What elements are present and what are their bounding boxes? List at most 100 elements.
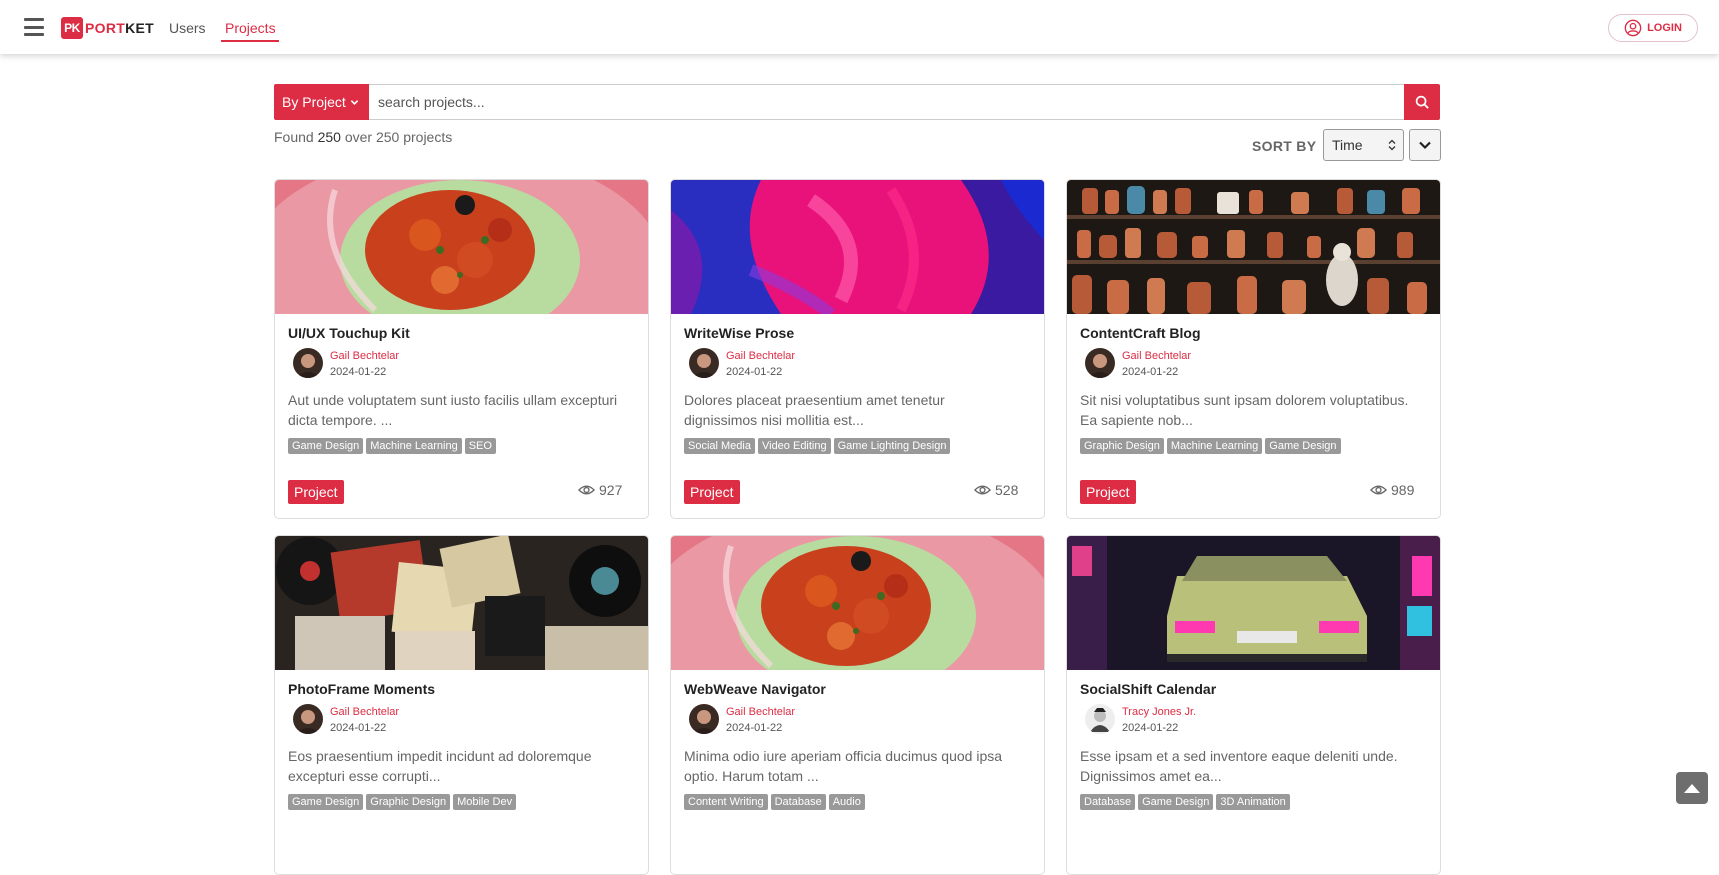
nav-link-users[interactable]: Users	[169, 20, 206, 36]
project-card[interactable]: UI/UX Touchup Kit Gail Bechtelar 2024-01…	[274, 179, 649, 519]
scroll-to-top-button[interactable]	[1676, 772, 1708, 804]
tag[interactable]: 3D Animation	[1216, 794, 1290, 810]
search-icon	[1415, 95, 1429, 109]
nav-link-projects[interactable]: Projects	[225, 20, 276, 36]
tag[interactable]: Audio	[828, 794, 865, 810]
user-circle-icon	[1624, 19, 1642, 37]
search-input[interactable]	[369, 84, 1404, 120]
tag[interactable]: Content Writing	[684, 794, 768, 810]
arrow-up-icon	[1684, 784, 1700, 793]
tag[interactable]: Database	[770, 794, 826, 810]
project-date: 2024-01-22	[330, 366, 387, 378]
tag[interactable]: Social Media	[684, 438, 755, 454]
view-count: 528	[974, 482, 1018, 498]
project-card[interactable]: WebWeave Navigator Gail Bechtelar 2024-0…	[670, 535, 1045, 875]
chevron-down-icon	[350, 99, 359, 105]
project-date: 2024-01-22	[1122, 722, 1179, 734]
sort-select[interactable]: Time	[1323, 129, 1404, 161]
chevron-updown-icon	[1388, 139, 1396, 151]
project-description: Aut unde voluptatem sunt iusto facilis u…	[288, 392, 618, 428]
logo-mark: PK	[61, 17, 83, 39]
project-thumbnail[interactable]	[671, 180, 1044, 314]
tag[interactable]: Graphic Design	[366, 794, 451, 810]
eye-icon	[974, 485, 991, 495]
sort-by-label: SORT BY	[1252, 138, 1317, 154]
sort-selected-value: Time	[1332, 137, 1363, 153]
tag[interactable]: Game Lighting Design	[833, 438, 951, 454]
author-name[interactable]: Gail Bechtelar	[330, 706, 399, 718]
view-count-value: 927	[599, 482, 623, 498]
tag-list: Database Game Design 3D Animation	[1080, 794, 1290, 810]
project-title[interactable]: WriteWise Prose	[684, 325, 794, 341]
author-avatar[interactable]	[293, 348, 323, 378]
author-avatar[interactable]	[1085, 348, 1115, 378]
project-thumbnail[interactable]	[671, 536, 1044, 670]
results-count: Found 250 over 250 projects	[274, 129, 453, 145]
project-thumbnail[interactable]	[275, 180, 648, 314]
project-card[interactable]: ContentCraft Blog Gail Bechtelar 2024-01…	[1066, 179, 1441, 519]
author-avatar[interactable]	[689, 704, 719, 734]
tag-list: Social Media Video Editing Game Lighting…	[684, 438, 951, 454]
type-badge: Project	[1080, 480, 1136, 504]
hamburger-menu-icon[interactable]	[24, 18, 44, 36]
search-mode-label: By Project	[282, 94, 346, 110]
tag[interactable]: Mobile Dev	[453, 794, 517, 810]
author-name[interactable]: Gail Bechtelar	[1122, 350, 1191, 362]
tag-list: Game Design Graphic Design Mobile Dev	[288, 794, 517, 810]
project-description: Esse ipsam et a sed inventore eaque dele…	[1080, 748, 1398, 784]
search-bar: By Project	[274, 84, 1440, 120]
project-thumbnail[interactable]	[1067, 180, 1440, 314]
search-mode-select[interactable]: By Project	[274, 84, 369, 120]
tag[interactable]: Game Design	[1138, 794, 1214, 810]
tag[interactable]: Game Design	[1265, 438, 1341, 454]
tag-list: Graphic Design Machine Learning Game Des…	[1080, 438, 1341, 454]
tag-list: Game Design Machine Learning SEO	[288, 438, 496, 454]
tag[interactable]: Game Design	[288, 794, 364, 810]
project-description: Minima odio iure aperiam officia ducimus…	[684, 748, 1003, 784]
login-button[interactable]: LOGIN	[1608, 14, 1698, 42]
project-title[interactable]: SocialShift Calendar	[1080, 681, 1216, 697]
chevron-down-icon	[1419, 141, 1431, 150]
logo[interactable]: PK PORTKET	[61, 17, 154, 39]
project-title[interactable]: UI/UX Touchup Kit	[288, 325, 410, 341]
project-card[interactable]: PhotoFrame Moments Gail Bechtelar 2024-0…	[274, 535, 649, 875]
type-badge: Project	[288, 480, 344, 504]
author-name[interactable]: Gail Bechtelar	[726, 350, 795, 362]
author-avatar[interactable]	[689, 348, 719, 378]
tag[interactable]: Game Design	[288, 438, 364, 454]
project-card[interactable]: WriteWise Prose Gail Bechtelar 2024-01-2…	[670, 179, 1045, 519]
author-name[interactable]: Gail Bechtelar	[726, 706, 795, 718]
tag[interactable]: Machine Learning	[366, 438, 462, 454]
search-button[interactable]	[1404, 84, 1440, 120]
top-navbar: PK PORTKET Users Projects LOGIN	[0, 0, 1719, 54]
active-tab-indicator	[221, 40, 279, 42]
tag[interactable]: SEO	[464, 438, 496, 454]
project-title[interactable]: PhotoFrame Moments	[288, 681, 435, 697]
project-thumbnail[interactable]	[1067, 536, 1440, 670]
author-avatar[interactable]	[1085, 704, 1115, 734]
project-card[interactable]: SocialShift Calendar Tracy Jones Jr. 202…	[1066, 535, 1441, 875]
login-label: LOGIN	[1647, 22, 1682, 34]
eye-icon	[578, 485, 595, 495]
project-title[interactable]: ContentCraft Blog	[1080, 325, 1201, 341]
project-date: 2024-01-22	[330, 722, 387, 734]
author-avatar[interactable]	[293, 704, 323, 734]
project-date: 2024-01-22	[726, 722, 783, 734]
view-count-value: 528	[995, 482, 1019, 498]
project-description: Sit nisi voluptatibus sunt ipsam dolorem…	[1080, 392, 1409, 428]
project-title[interactable]: WebWeave Navigator	[684, 681, 826, 697]
type-badge: Project	[684, 480, 740, 504]
logo-text: PORTKET	[85, 20, 154, 36]
tag[interactable]: Machine Learning	[1166, 438, 1263, 454]
results-number: 250	[317, 129, 341, 145]
author-name[interactable]: Gail Bechtelar	[330, 350, 399, 362]
author-name[interactable]: Tracy Jones Jr.	[1122, 706, 1196, 718]
tag[interactable]: Video Editing	[757, 438, 831, 454]
tag[interactable]: Database	[1080, 794, 1136, 810]
tag[interactable]: Graphic Design	[1080, 438, 1164, 454]
view-count: 927	[578, 482, 622, 498]
view-count: 989	[1370, 482, 1414, 498]
project-thumbnail[interactable]	[275, 536, 648, 670]
sort-direction-button[interactable]	[1409, 129, 1441, 161]
project-date: 2024-01-22	[726, 366, 783, 378]
